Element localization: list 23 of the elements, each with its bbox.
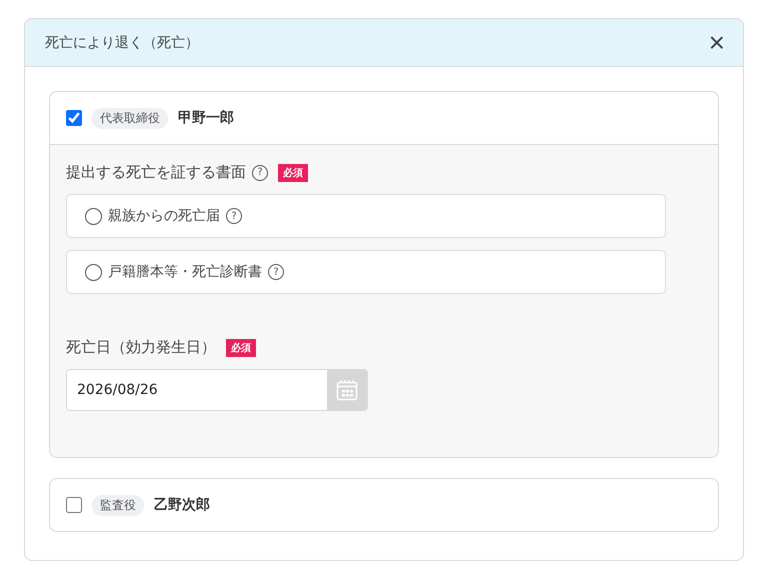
field-label: 死亡日（効力発生日） bbox=[66, 338, 216, 357]
role-tag: 監査役 bbox=[92, 494, 144, 516]
required-tag: 必須 bbox=[278, 164, 308, 182]
field-label: 提出する死亡を証する書面 bbox=[66, 163, 246, 182]
dialog-title: 死亡により退く（死亡） bbox=[45, 34, 199, 52]
radio-option[interactable]: 戸籍謄本等・死亡診断書 ? bbox=[66, 250, 666, 294]
help-icon[interactable]: ? bbox=[268, 264, 284, 280]
help-icon[interactable]: ? bbox=[226, 208, 242, 224]
required-tag: 必須 bbox=[226, 338, 256, 356]
role-tag: 代表取締役 bbox=[92, 108, 168, 128]
option-label: 親族からの死亡届 bbox=[108, 207, 220, 225]
radio-button[interactable] bbox=[85, 208, 102, 224]
officer-name: 甲野一郎 bbox=[178, 109, 234, 127]
option-label: 戸籍謄本等・死亡診断書 bbox=[108, 263, 262, 281]
help-icon[interactable]: ? bbox=[252, 164, 268, 180]
calendar-icon bbox=[336, 379, 358, 401]
close-button[interactable]: × bbox=[708, 28, 725, 56]
officer-checkbox[interactable] bbox=[66, 110, 82, 126]
date-field[interactable]: 2026/08/26 bbox=[66, 369, 368, 411]
officer-checkbox[interactable] bbox=[66, 497, 82, 513]
radio-button[interactable] bbox=[85, 264, 102, 280]
officer-name: 乙野次郎 bbox=[154, 496, 210, 514]
radio-option[interactable]: 親族からの死亡届 ? bbox=[66, 194, 666, 238]
